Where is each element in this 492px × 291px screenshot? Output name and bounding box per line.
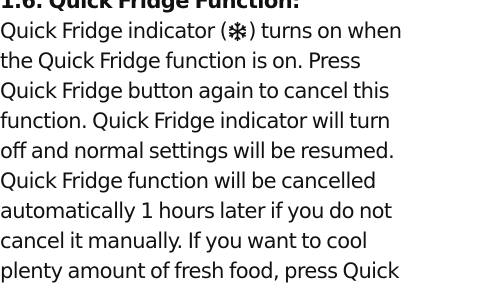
section-heading: 1.6. Quick Fridge Function:	[0, 0, 300, 13]
line-1-text-before-icon: Quick Fridge indicator (	[0, 19, 228, 43]
paragraph-line-2: the Quick Fridge function is on. Press	[0, 49, 361, 73]
paragraph-line-6: Quick Fridge function will be cancelled	[0, 169, 376, 193]
paragraph-line-1: Quick Fridge indicator ( ) turns on when	[0, 16, 492, 46]
document-body: 1.6. Quick Fridge Function: Quick Fridge…	[0, 0, 492, 286]
paragraph-line-5: off and normal settings will be resumed.	[0, 139, 395, 163]
line-1-text-after-icon: ) turns on when	[248, 19, 402, 43]
paragraph-line-8: cancel it manually. If you want to cool	[0, 229, 368, 253]
paragraph-line-7: automatically 1 hours later if you do no…	[0, 199, 392, 223]
paragraph-line-3: Quick Fridge button again to cancel this	[0, 79, 390, 103]
snowflake-icon	[227, 21, 248, 42]
paragraph-line-9: plenty amount of fresh food, press Quick	[0, 259, 399, 283]
paragraph-line-4: function. Quick Fridge indicator will tu…	[0, 109, 390, 133]
